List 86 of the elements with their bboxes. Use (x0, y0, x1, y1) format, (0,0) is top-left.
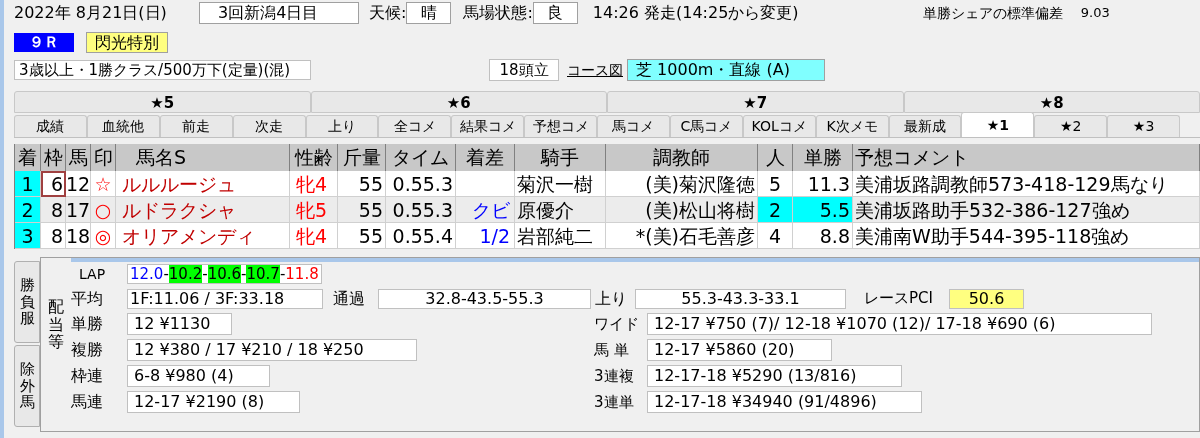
column-header: 枠 (41, 144, 66, 171)
table-cell: 0.55.4 (386, 223, 456, 249)
payout-label: 3連複 (594, 365, 635, 387)
payout-field: 6-8 ¥980 (4) (127, 365, 270, 387)
table-cell: 4 (758, 223, 793, 249)
tab[interactable]: 血統他 (86, 115, 160, 137)
tab-group[interactable]: ★5 (14, 91, 311, 113)
payout-field: 12-17 ¥2190 (8) (127, 391, 300, 413)
table-cell: 6 (41, 171, 66, 197)
tab[interactable]: 最新成 (888, 115, 962, 137)
payout-field: 12 ¥380 / 17 ¥210 / 18 ¥250 (127, 339, 417, 361)
table-cell: オリアメンディ (116, 223, 290, 249)
payout-label: 馬連 (71, 391, 104, 413)
side-tab[interactable]: 勝負服 (14, 261, 40, 343)
payout-label: 3連単 (594, 391, 635, 413)
tab-group[interactable]: ★8 (903, 91, 1200, 113)
table-cell: 1/2 (456, 223, 515, 249)
tab[interactable]: KOLコメ (742, 115, 816, 137)
table-cell: 5.5 (793, 197, 853, 223)
tab[interactable]: 成績 (14, 115, 87, 137)
meeting-field: 3回新潟4日目 (199, 2, 359, 24)
tab[interactable]: 上り (305, 115, 379, 137)
payout-field: 12 ¥1130 (127, 313, 232, 335)
race-pci-label: レースPCI (864, 288, 934, 310)
tab[interactable]: 次走 (232, 115, 306, 137)
race-date: 2022年 8月21日(日) (14, 2, 168, 24)
runners-field: 18頭立 (489, 59, 559, 81)
payout-field: 12-17 ¥5860 (20) (647, 339, 832, 361)
table-cell: 8.8 (793, 223, 853, 249)
table-cell: 8 (41, 223, 66, 249)
payout-field: 12-17-18 ¥5290 (13/816) (647, 365, 902, 387)
payout-field: 12-17-18 ¥34940 (91/4896) (647, 391, 922, 413)
table-row[interactable]: 2 8 17 ○ ルドラクシャ 牝5 55 0.55.3 クビ 原優介 (美)松山将樹 2 5.5 美浦坂路助手532-386-127強め (15, 197, 1200, 223)
passing-field: 32.8-43.5-55.3 (378, 288, 591, 309)
course-map-link[interactable]: コース図 (567, 59, 623, 81)
table-cell: 3 (15, 223, 41, 249)
payout-label: ワイド (594, 313, 640, 335)
payout-label: 馬 単 (594, 339, 630, 361)
average-field: 1F:11.06 / 3F:33.18 (127, 288, 323, 309)
payout-label: 枠連 (71, 365, 104, 387)
side-tab[interactable]: 除外馬 (14, 345, 40, 427)
tab[interactable]: ★3 (1107, 115, 1180, 137)
race-pci-field: 50.6 (949, 288, 1024, 309)
average-label: 平均 (71, 287, 104, 310)
panel-title: 配当等 (48, 298, 64, 351)
payout-field: 12-17 ¥750 (7)/ 12-18 ¥1070 (12)/ 17-18 ¥690 (6) (647, 313, 1152, 335)
table-cell: ◎ (91, 223, 116, 249)
tab[interactable]: ★1 (961, 112, 1035, 137)
tab[interactable]: 予想コメ (524, 115, 597, 137)
table-cell: 18 (66, 223, 91, 249)
table-cell: *(美)石毛善彦 (606, 223, 758, 249)
race-number-badge: ９Ｒ (14, 32, 74, 52)
table-cell: 2 (758, 197, 793, 223)
tab[interactable]: 馬コメ (597, 115, 670, 137)
tab[interactable]: 前走 (159, 115, 233, 137)
table-row[interactable]: 1 6 12 ☆ ルルルージュ 牝4 55 0.55.3 菊沢一樹 (美)菊沢隆徳 5 11.3 美浦坂路調教師573-418-129馬なり (15, 171, 1200, 197)
table-cell: 岩部純二 (515, 223, 606, 249)
table-cell: 美浦南W助手544-395-118強め (853, 223, 1200, 249)
course-field: 芝 1000m・直線 (A) (627, 59, 825, 81)
weather-field: 晴 (406, 2, 452, 24)
final-furlongs-label: 上り (595, 287, 628, 310)
tab[interactable]: K次メモ (815, 115, 889, 137)
table-cell: 2 (15, 197, 41, 223)
payout-label: 単勝 (71, 313, 104, 335)
share-value: 9.03 (1080, 4, 1110, 23)
race-conditions-field: 3歳以上・1勝クラス/500万下(定量)(混) (14, 60, 311, 80)
weather-label: 天候: (369, 2, 407, 24)
lap-label: LAP (78, 264, 107, 284)
share-label: 単勝シェアの標準偏差 (922, 3, 1063, 23)
table-cell: 55 (338, 223, 386, 249)
tab-group[interactable]: ★7 (607, 91, 904, 113)
tab[interactable]: 全コメ (378, 115, 452, 137)
table-cell: 1 (15, 171, 41, 197)
tab[interactable]: 結果コメ (451, 115, 525, 137)
track-condition-label: 馬場状態: (463, 2, 533, 24)
payout-label: 複勝 (71, 339, 104, 361)
track-condition-field: 良 (532, 2, 578, 24)
final-furlongs-field: 55.3-43.3-33.1 (635, 288, 846, 309)
tab[interactable]: ★2 (1034, 115, 1108, 137)
race-name-badge: 閃光特別 (86, 31, 168, 53)
table-cell: 牝4 (290, 223, 338, 249)
tab-group[interactable]: ★6 (310, 91, 607, 113)
tab[interactable]: C馬コメ (669, 115, 743, 137)
passing-label: 通過 (333, 287, 366, 310)
table-row[interactable]: 3 8 18 ◎ オリアメンディ 牝4 55 0.55.4 1/2 岩部純二 *(美)石毛善彦 4 8.8 美浦南W助手544-395-118強め (15, 223, 1200, 249)
post-time: 14:26 発走(14:25から変更) (592, 2, 800, 24)
